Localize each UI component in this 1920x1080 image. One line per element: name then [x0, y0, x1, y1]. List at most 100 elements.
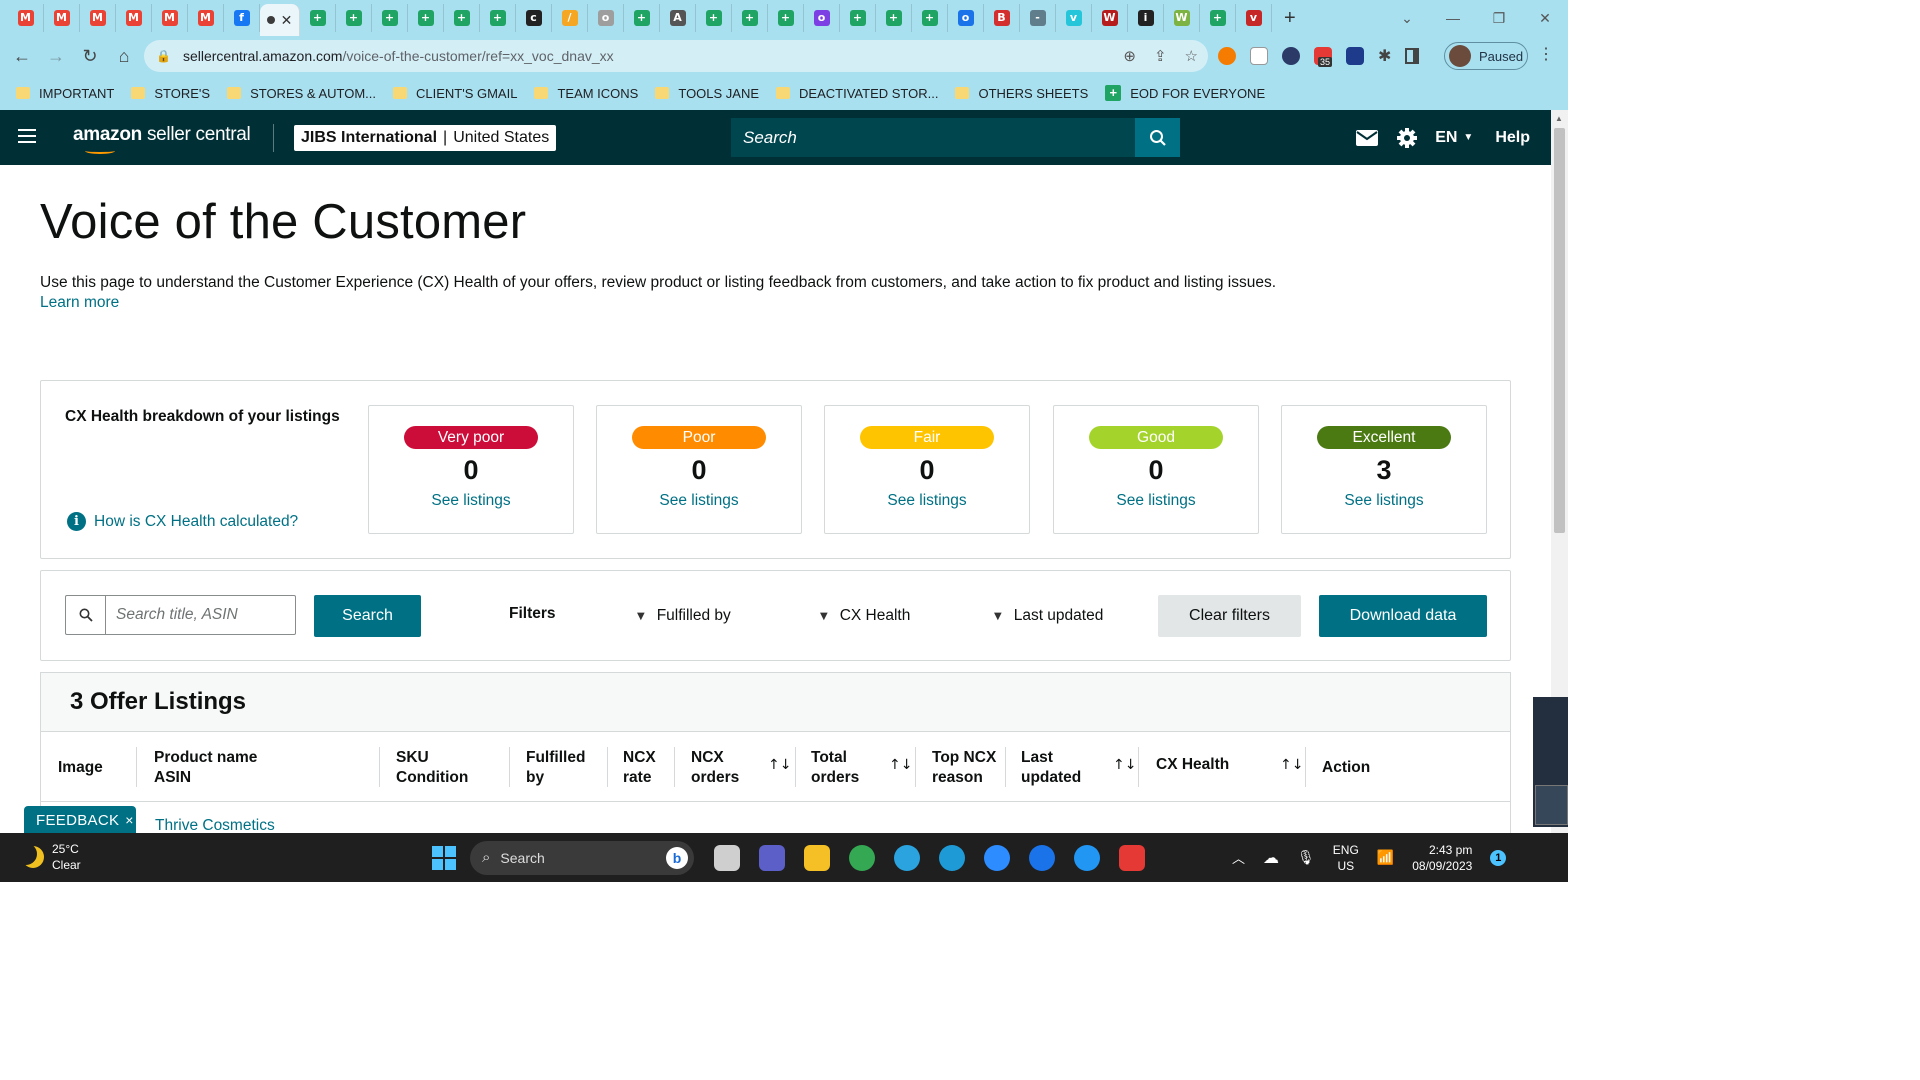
browser-tab[interactable]: v	[1236, 4, 1272, 32]
new-tab-button[interactable]: +	[1284, 7, 1296, 30]
asin-search-field[interactable]: Search title, ASIN	[65, 595, 296, 635]
telegram-icon[interactable]	[884, 835, 929, 880]
browser-tab[interactable]: +	[444, 4, 480, 32]
scrollbar-thumb[interactable]	[1554, 128, 1565, 533]
home-button[interactable]: ⌂	[108, 40, 140, 72]
weather-widget[interactable]: 25°C Clear	[22, 841, 81, 873]
browser-tab[interactable]: M	[116, 4, 152, 32]
header-search-button[interactable]	[1135, 118, 1180, 157]
browser-tab[interactable]: +	[912, 4, 948, 32]
bookmark-item[interactable]: TOOLS JANE	[655, 86, 759, 101]
zoom-icon[interactable]	[974, 835, 1019, 880]
browser-tab[interactable]: +	[1200, 4, 1236, 32]
wps-icon[interactable]	[1109, 835, 1154, 880]
close-icon[interactable]: ×	[125, 812, 133, 828]
maps-icon[interactable]	[1019, 835, 1064, 880]
clock[interactable]: 2:43 pm 08/09/2023	[1412, 842, 1472, 874]
close-window-button[interactable]: ✕	[1522, 0, 1568, 36]
side-widget-tab[interactable]	[1535, 785, 1568, 825]
see-listings-link[interactable]: See listings	[1282, 492, 1486, 510]
browser-tab[interactable]: c	[516, 4, 552, 32]
extension-icon[interactable]	[1250, 47, 1268, 65]
browser-tab[interactable]: +	[696, 4, 732, 32]
settings-gear-icon[interactable]	[1387, 127, 1427, 149]
side-widget[interactable]	[1533, 697, 1568, 827]
notification-badge[interactable]: 1	[1490, 849, 1507, 866]
mail-icon[interactable]	[1347, 129, 1387, 146]
browser-tab[interactable]: A	[660, 4, 696, 32]
browser-tab[interactable]: o	[588, 4, 624, 32]
learn-more-link[interactable]: Learn more	[40, 294, 119, 312]
forward-button[interactable]: →	[40, 40, 72, 72]
url-field[interactable]: 🔒 sellercentral.amazon.com/voice-of-the-…	[144, 40, 1208, 72]
edge-icon[interactable]	[929, 835, 974, 880]
see-listings-link[interactable]: See listings	[1054, 492, 1258, 510]
bookmark-item[interactable]: DEACTIVATED STOR...	[776, 86, 938, 101]
microphone-icon[interactable]: 🎙	[1297, 849, 1315, 866]
puzzle-icon[interactable]: ✱	[1378, 46, 1391, 66]
extension-icon[interactable]	[1282, 47, 1300, 65]
zoom-icon[interactable]: ⊕	[1123, 47, 1136, 65]
see-listings-link[interactable]: See listings	[369, 492, 573, 510]
browser-tab[interactable]: /	[552, 4, 588, 32]
browser-tab[interactable]: +	[876, 4, 912, 32]
sort-last-updated-icon[interactable]: ↑↓	[1113, 757, 1136, 773]
side-panel-icon[interactable]	[1405, 48, 1420, 64]
browser-tab[interactable]: W	[1164, 4, 1200, 32]
wifi-icon[interactable]: 📶	[1377, 849, 1394, 866]
header-search-input[interactable]: Search	[731, 118, 1135, 157]
taskbar-search[interactable]: ⌕ Search b	[470, 840, 694, 875]
file-explorer-icon[interactable]	[794, 835, 839, 880]
account-switcher[interactable]: JIBS International | United States	[294, 125, 557, 151]
browser-tab[interactable]: +	[732, 4, 768, 32]
extension-icon[interactable]	[1346, 47, 1364, 65]
browser-tab[interactable]: +	[300, 4, 336, 32]
sort-ncx-orders-icon[interactable]: ↑↓	[768, 757, 791, 773]
extension-icon[interactable]: 35	[1314, 47, 1333, 67]
browser-tab[interactable]: +	[336, 4, 372, 32]
browser-tab[interactable]: M	[80, 4, 116, 32]
tab-search-icon[interactable]: ⌄	[1384, 0, 1430, 36]
chrome-icon[interactable]	[839, 835, 884, 880]
browser-tab[interactable]: -	[1020, 4, 1056, 32]
bookmark-item[interactable]: STORES & AUTOM...	[227, 86, 376, 101]
task-view-icon[interactable]	[704, 835, 749, 880]
last-updated-dropdown[interactable]: ▼ Last updated	[994, 607, 1103, 625]
minimize-button[interactable]: —	[1430, 0, 1476, 36]
feedback-button[interactable]: FEEDBACK ×	[24, 806, 136, 834]
browser-tab[interactable]: o	[804, 4, 840, 32]
globe-icon[interactable]	[1064, 835, 1109, 880]
help-link[interactable]: Help	[1495, 129, 1530, 147]
lock-icon[interactable]: 🔒	[156, 49, 171, 63]
browser-tab[interactable]: M	[188, 4, 224, 32]
browser-tab[interactable]: M	[44, 4, 80, 32]
bookmark-item[interactable]: STORE'S	[131, 86, 210, 101]
browser-tab[interactable]: i	[1128, 4, 1164, 32]
search-button[interactable]: Search	[314, 595, 421, 637]
browser-tab[interactable]: +	[480, 4, 516, 32]
sort-total-orders-icon[interactable]: ↑↓	[889, 757, 912, 773]
browser-tab[interactable]: +	[408, 4, 444, 32]
restore-button[interactable]: ❐	[1476, 0, 1522, 36]
browser-tab[interactable]: +	[624, 4, 660, 32]
extension-icon[interactable]	[1218, 47, 1236, 65]
browser-tab[interactable]: o	[948, 4, 984, 32]
profile-button[interactable]: Paused	[1444, 42, 1528, 70]
back-button[interactable]: ←	[6, 40, 38, 72]
bookmark-item[interactable]: TEAM ICONS	[534, 86, 638, 101]
amazon-seller-central-logo[interactable]: amazon seller central	[73, 124, 251, 154]
browser-menu-icon[interactable]: ⋮	[1538, 44, 1554, 64]
bookmark-star-icon[interactable]: ☆	[1185, 47, 1198, 65]
browser-tab[interactable]: +	[372, 4, 408, 32]
chevron-up-icon[interactable]: ︿	[1232, 848, 1245, 867]
sort-cx-health-icon[interactable]: ↑↓	[1280, 757, 1303, 773]
browser-tab[interactable]: +	[768, 4, 804, 32]
fulfilled-by-dropdown[interactable]: ▼ Fulfilled by	[637, 607, 731, 625]
browser-tab[interactable]: W	[1092, 4, 1128, 32]
cx-health-info-link[interactable]: i How is CX Health calculated?	[67, 512, 298, 531]
bookmark-item[interactable]: OTHERS SHEETS	[955, 86, 1088, 101]
see-listings-link[interactable]: See listings	[825, 492, 1029, 510]
clear-filters-button[interactable]: Clear filters	[1158, 595, 1301, 637]
reload-button[interactable]: ↻	[74, 40, 106, 72]
download-data-button[interactable]: Download data	[1319, 595, 1487, 637]
